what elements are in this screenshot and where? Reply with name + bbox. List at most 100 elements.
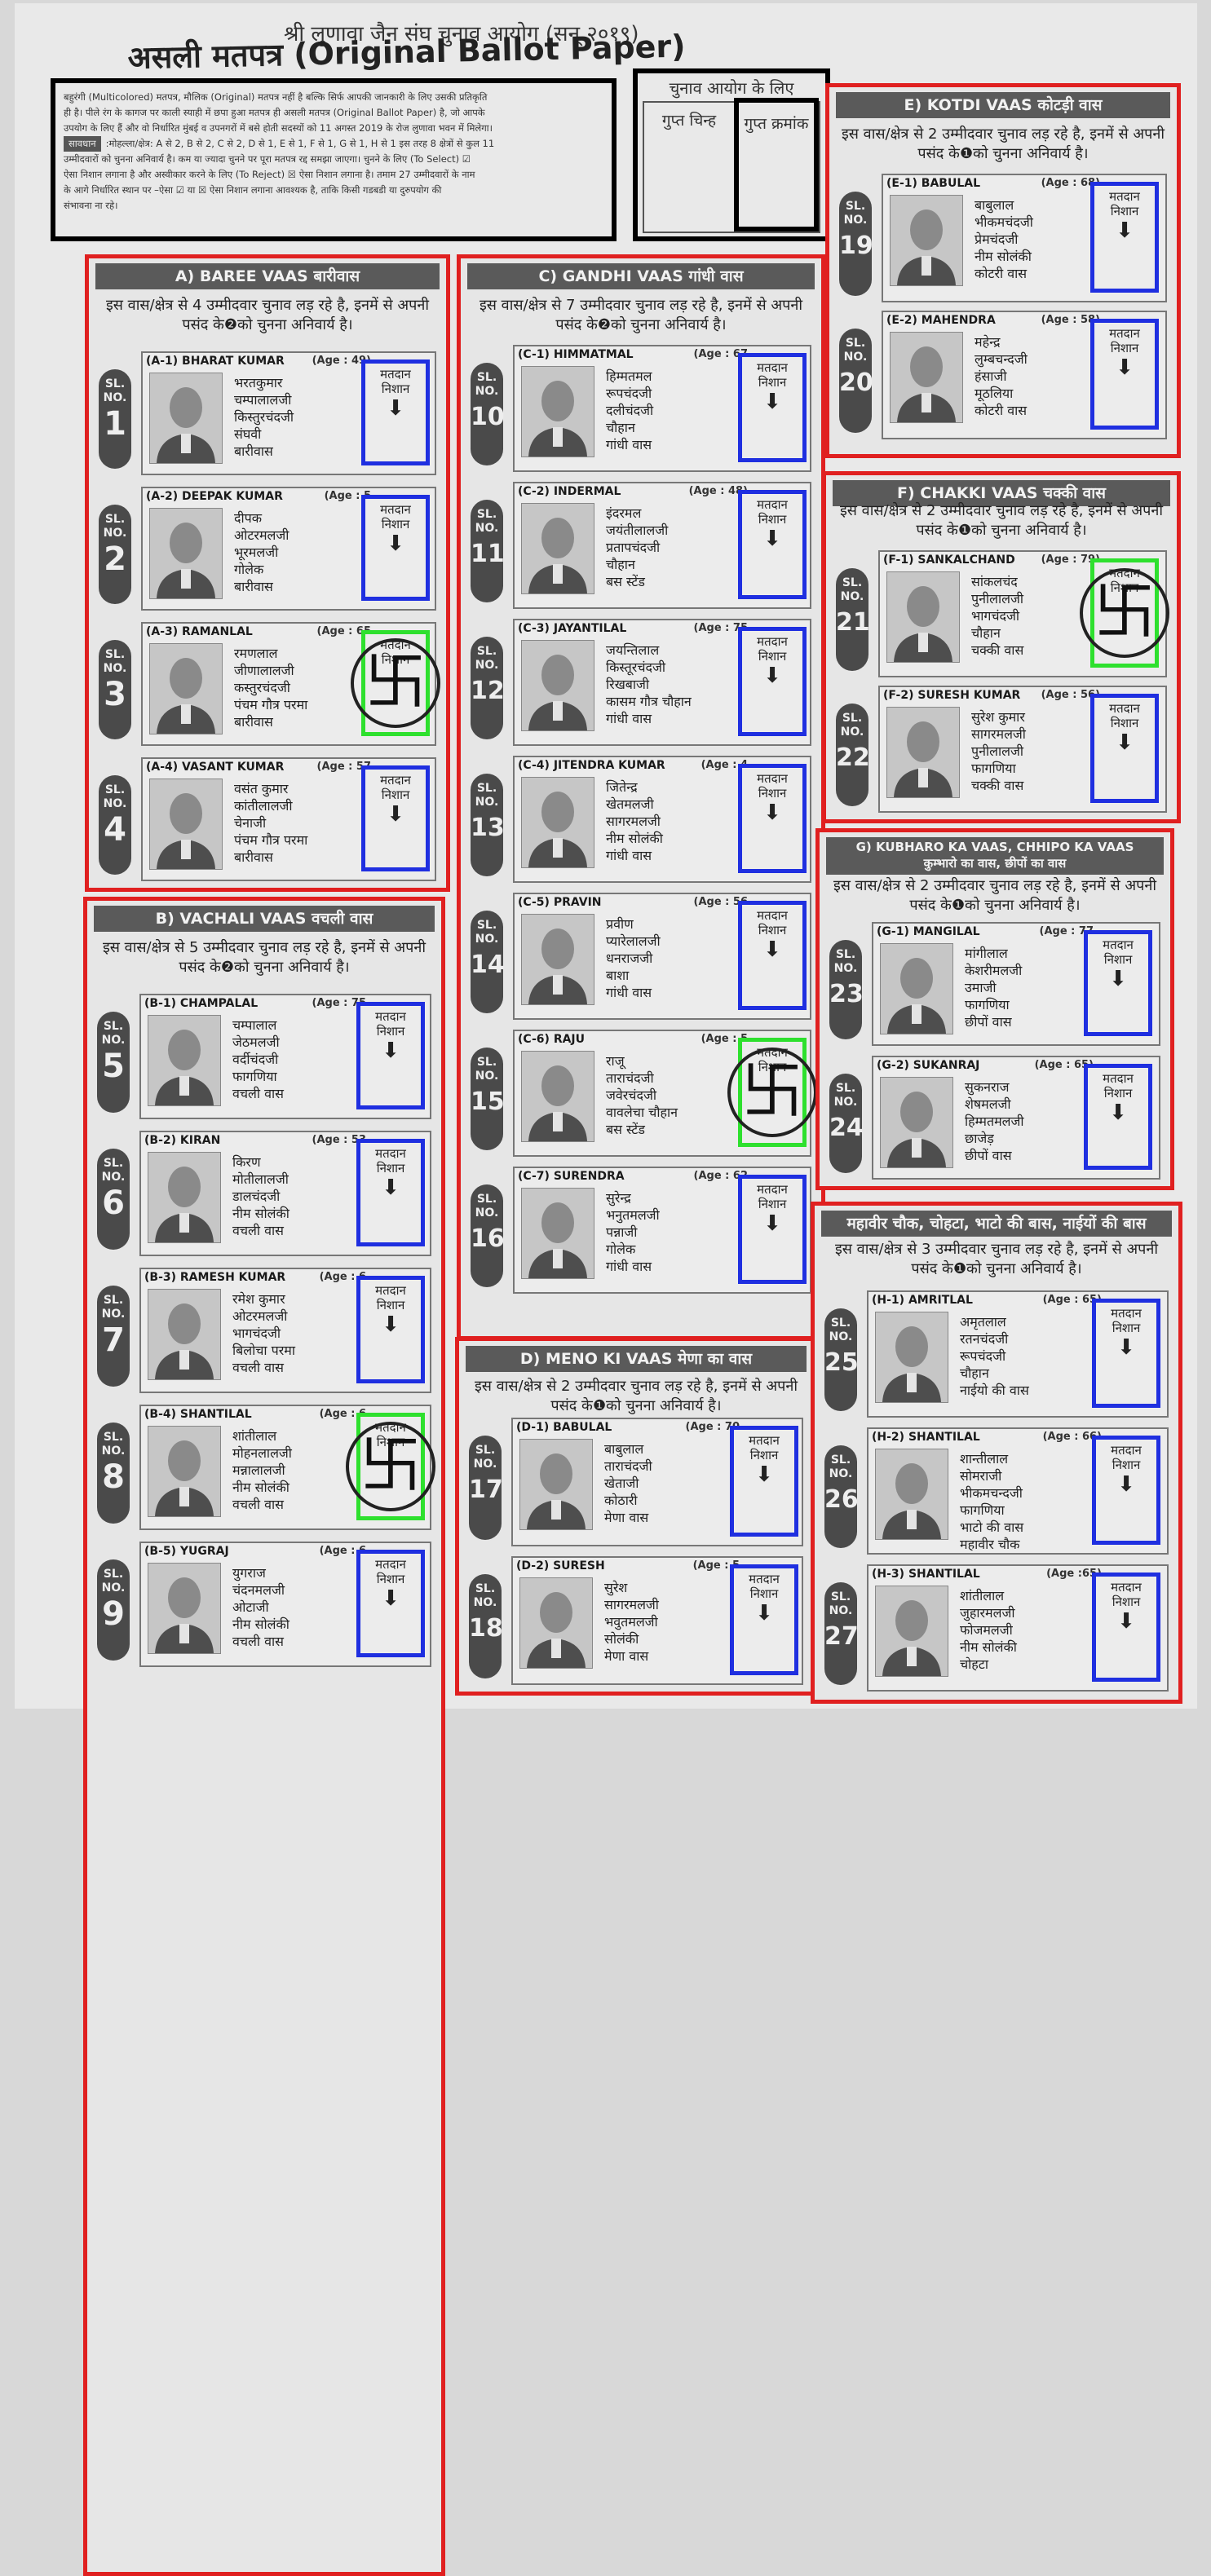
candidate-detail-line: बारीवास bbox=[234, 443, 273, 459]
swastika-stamp-icon: 卐 bbox=[346, 1422, 435, 1511]
candidate-details: रमणलाल जीणालालजी कस्तुरचंदजी पंचम गौत्र परम… bbox=[234, 645, 307, 730]
candidate-detail-line: वचली वास bbox=[232, 1497, 284, 1512]
vote-mark-box[interactable]: मतदान निशान ⬇ bbox=[1084, 930, 1152, 1036]
candidate-detail-line: युगराज bbox=[232, 1565, 266, 1581]
candidate-name: (A-3) RAMANLAL bbox=[146, 625, 253, 638]
vote-box-label: मतदान निशान bbox=[1103, 937, 1134, 967]
vote-mark-box[interactable]: मतदान निशान 卐 bbox=[346, 1413, 435, 1520]
down-arrow-icon: ⬇ bbox=[1109, 967, 1127, 991]
vote-mark-box[interactable]: मतदान निशान ⬇ bbox=[1090, 319, 1159, 430]
vote-mark-box[interactable]: मतदान निशान ⬇ bbox=[738, 901, 807, 1010]
serial-label-no: NO. bbox=[101, 1308, 126, 1321]
section-instruction: इस वास/क्षेत्र से 4 उम्मीदवार चुनाव लड़ … bbox=[105, 297, 430, 333]
serial-number-badge: SL. NO. 7 bbox=[97, 1286, 130, 1387]
serial-number-badge: SL. NO. 24 bbox=[829, 1074, 864, 1173]
serial-number: 27 bbox=[824, 1622, 859, 1651]
vote-mark-box[interactable]: मतदान निशान ⬇ bbox=[361, 765, 430, 871]
vote-mark-box[interactable]: मतदान निशान ⬇ bbox=[730, 1564, 798, 1675]
serial-number-badge: SL. NO. 9 bbox=[97, 1559, 130, 1661]
candidate-detail-line: कस्तुरचंदजी bbox=[234, 680, 290, 695]
candidate-detail-line: सोलंकी bbox=[604, 1631, 639, 1647]
down-arrow-icon: ⬇ bbox=[382, 1176, 400, 1200]
down-arrow-icon: ⬇ bbox=[1117, 1609, 1135, 1634]
serial-label-sl: SL. bbox=[104, 783, 126, 796]
vote-mark-box[interactable]: मतदान निशान ⬇ bbox=[361, 359, 430, 465]
vote-mark-box[interactable]: मतदान निशान ⬇ bbox=[361, 495, 430, 601]
candidate-row: SL. NO. 17 (D-1) BABULAL (Age : 70 बाबुलाल तार… bbox=[464, 1418, 808, 1546]
vote-mark-box[interactable]: मतदान निशान ⬇ bbox=[1084, 1064, 1152, 1170]
vote-mark-box[interactable]: मतदान निशान ⬇ bbox=[1092, 1436, 1160, 1545]
section-instruction: इस वास/क्षेत्र से 3 उम्मीदवार चुनाव लड़ … bbox=[834, 1241, 1159, 1277]
vote-mark-box[interactable]: मतदान निशान ⬇ bbox=[1090, 694, 1159, 803]
vote-mark-box[interactable]: मतदान निशान ⬇ bbox=[738, 627, 807, 736]
candidate-detail-line: गांधी वास bbox=[606, 437, 652, 452]
serial-label-sl: SL. bbox=[842, 712, 863, 725]
candidate-detail-line: ओटरमलजी bbox=[232, 1308, 288, 1324]
vote-mark-box[interactable]: मतदान निशान ⬇ bbox=[1092, 1299, 1160, 1408]
serial-number: 13 bbox=[471, 814, 505, 842]
vote-mark-box[interactable]: मतदान निशान ⬇ bbox=[738, 1175, 807, 1284]
section-title: G) KUBHARO KA VAAS, CHHIPO KA VAAS कुम्भा… bbox=[826, 837, 1164, 875]
candidate-details: सांकलचंद पुनीलालजी भागचंदजी चौहान चक्की वास bbox=[971, 573, 1023, 659]
vote-mark-box[interactable]: मतदान निशान ⬇ bbox=[738, 764, 807, 873]
vote-mark-box[interactable]: मतदान निशान ⬇ bbox=[1092, 1573, 1160, 1682]
candidate-row: SL. NO. 23 (G-1) MANGILAL (Age : 77 मांगीलाल क… bbox=[824, 922, 1165, 1046]
candidate-detail-line: छाजेड़ bbox=[965, 1131, 994, 1146]
candidate-detail-line: धनराजजी bbox=[606, 951, 653, 966]
candidate-name: (B-5) YUGRAJ bbox=[144, 1545, 229, 1558]
candidate-details: युगराज चंदनमलजी ओटाजी नीम सोलंकी वचली वास bbox=[232, 1564, 289, 1650]
candidate-detail-line: कोटरी वास bbox=[975, 266, 1028, 281]
serial-number-badge: SL. NO. 16 bbox=[471, 1184, 505, 1287]
candidate-card: (C-5) PRAVIN (Age : 56 प्रवीण प्यारेलालजी धन… bbox=[513, 893, 811, 1020]
candidate-row: SL. NO. 11 (C-2) INDERMAL (Age : 48) इंदरमल जय… bbox=[466, 482, 816, 609]
candidate-row: SL. NO. 25 (H-1) AMRITLAL (Age : 65) अमृतलाल र… bbox=[820, 1290, 1173, 1418]
serial-label-sl: SL. bbox=[475, 1444, 496, 1457]
vote-mark-box[interactable]: मतदान निशान ⬇ bbox=[356, 1276, 425, 1383]
candidate-name: (D-2) SURESH bbox=[516, 1559, 605, 1573]
candidate-detail-line: शेषमलजी bbox=[965, 1096, 1011, 1112]
candidate-row: SL. NO. 8 (B-4) SHANTILAL (Age : 6 शांतीलाल मो… bbox=[92, 1405, 436, 1530]
vote-mark-box[interactable]: मतदान निशान ⬇ bbox=[356, 1550, 425, 1657]
candidate-detail-line: ओटाजी bbox=[232, 1599, 269, 1615]
candidate-card: (E-1) BABULAL (Age : 68) बाबुलाल भीकमचंदजी प… bbox=[882, 174, 1167, 302]
candidate-card: (C-1) HIMMATMAL (Age : 67 हिम्मतमल रूपचंदजी… bbox=[513, 345, 811, 472]
vote-mark-box[interactable]: मतदान निशान ⬇ bbox=[1090, 182, 1159, 293]
candidate-row: SL. NO. 7 (B-3) RAMESH KUMAR (Age : 6 रमेश कु… bbox=[92, 1268, 436, 1393]
instruction-line: :मोहल्ला/क्षेत्र: A से 2, B से 2, C से 2… bbox=[105, 138, 495, 149]
vote-mark-box[interactable]: मतदान निशान 卐 bbox=[727, 1038, 817, 1147]
candidate-row: SL. NO. 21 (F-1) SANKALCHAND (Age : 79) सांकल… bbox=[831, 550, 1172, 677]
candidate-photo bbox=[890, 195, 963, 286]
serial-number: 4 bbox=[104, 811, 126, 849]
vote-mark-box[interactable]: मतदान निशान ⬇ bbox=[730, 1426, 798, 1537]
section-instruction: इस वास/क्षेत्र से 2 उम्मीदवार चुनाव लड़ … bbox=[833, 877, 1157, 914]
candidate-detail-line: गोलेक bbox=[606, 1242, 636, 1257]
vote-mark-box[interactable]: मतदान निशान ⬇ bbox=[738, 490, 807, 599]
section-instruction: इस वास/क्षेत्र से 2 उम्मीदवार चुनाव लड़ … bbox=[839, 502, 1164, 539]
section-instruction: इस वास/क्षेत्र से 2 उम्मीदवार चुनाव लड़ … bbox=[841, 126, 1165, 162]
vote-mark-box[interactable]: मतदान निशान 卐 bbox=[351, 630, 440, 736]
serial-label-no: NO. bbox=[101, 1581, 126, 1595]
serial-number: 1 bbox=[104, 405, 126, 443]
vote-mark-box[interactable]: मतदान निशान ⬇ bbox=[356, 1139, 425, 1246]
serial-label-no: NO. bbox=[103, 662, 127, 675]
section-title: B) VACHALI VAAS वचली वास bbox=[94, 906, 435, 932]
candidate-detail-line: सागरमलजी bbox=[971, 726, 1026, 742]
candidate-row: SL. NO. 26 (H-2) SHANTILAL (Age : 66) शान्तील… bbox=[820, 1427, 1173, 1555]
serial-label-no: NO. bbox=[833, 1096, 858, 1109]
serial-number: 21 bbox=[836, 608, 870, 637]
candidate-photo bbox=[148, 1426, 221, 1517]
candidate-row: SL. NO. 27 (H-3) SHANTILAL (Age :65) शांतीलाल… bbox=[820, 1564, 1173, 1692]
vote-mark-box[interactable]: मतदान निशान ⬇ bbox=[356, 1002, 425, 1109]
vote-mark-box[interactable]: मतदान निशान ⬇ bbox=[738, 353, 807, 462]
serial-number-badge: SL. NO. 8 bbox=[97, 1423, 130, 1524]
vote-mark-box[interactable]: मतदान निशान 卐 bbox=[1080, 558, 1169, 668]
serial-label-sl: SL. bbox=[103, 1020, 124, 1033]
candidate-name: (F-1) SANKALCHAND bbox=[883, 554, 1015, 567]
candidate-detail-line: उमाजी bbox=[965, 980, 997, 995]
vote-box-label: मतदान निशान bbox=[1111, 1443, 1142, 1472]
candidate-row: SL. NO. 6 (B-2) KIRAN (Age : 53 किरण मोतीलालजी… bbox=[92, 1131, 436, 1256]
candidate-detail-line: बाशा bbox=[606, 968, 630, 983]
candidate-card: (A-4) VASANT KUMAR (Age : 57 वसंत कुमार कां… bbox=[141, 757, 436, 881]
candidate-detail-line: प्रेमचंदजी bbox=[975, 232, 1019, 247]
candidate-detail-line: नीम सोलंकी bbox=[232, 1617, 289, 1632]
